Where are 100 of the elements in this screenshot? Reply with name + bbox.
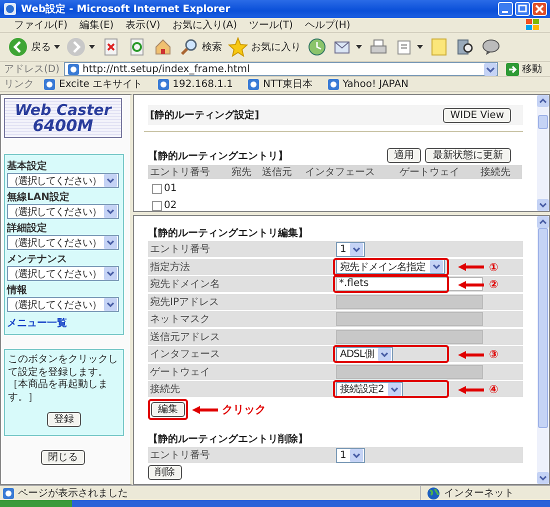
menu-item[interactable]: 表示(V) [120, 18, 166, 32]
register-button[interactable]: 登録 [47, 412, 81, 427]
menu-group-label: 無線LAN設定 [7, 190, 70, 204]
menu-group-label: 基本設定 [7, 159, 48, 173]
speech-bubble-icon [481, 37, 501, 57]
toolbar-button[interactable] [455, 37, 475, 57]
menu-item[interactable]: ツール(T) [243, 18, 299, 32]
toolbar-button[interactable]: お気に入り [228, 37, 301, 57]
callout-number: ③ [489, 349, 498, 360]
dropdown[interactable]: （選択してください） [7, 204, 119, 219]
arrow-icon [458, 263, 484, 271]
field-label: 宛先IPアドレス [149, 296, 220, 308]
dropdown[interactable]: 宛先ドメイン名指定 [336, 259, 444, 274]
forward-icon [66, 37, 86, 57]
minimize-icon[interactable] [498, 2, 513, 16]
menu-item[interactable]: ヘルプ(H) [298, 18, 356, 32]
zone-text: インターネット [444, 487, 514, 500]
link-button[interactable]: NTT東日本 [242, 77, 318, 91]
dropdown[interactable]: ADSL側 [336, 346, 393, 362]
close-icon[interactable] [532, 2, 547, 16]
dropdown[interactable]: （選択してください） [7, 173, 119, 188]
callout-text: クリック [222, 404, 266, 415]
caret-icon [89, 45, 95, 49]
column-header: ゲートウェイ [397, 165, 479, 179]
menu-group-label: 詳細設定 [7, 221, 48, 235]
checkbox[interactable] [152, 200, 162, 210]
toolbar-button[interactable]: 戻る [8, 37, 60, 57]
dropdown[interactable]: （選択してください） [7, 266, 119, 281]
dropdown[interactable]: 接続設定2 [336, 382, 403, 396]
arrow-icon [458, 280, 484, 288]
scrollbar-thumb[interactable] [538, 228, 548, 428]
link-button[interactable]: Excite エキサイト [38, 77, 148, 91]
history-icon [307, 37, 327, 57]
field-label: ネットマスク [149, 313, 211, 326]
arrow-icon [192, 406, 218, 414]
delete-button[interactable]: 削除 [148, 465, 182, 480]
field-label: インタフェース [149, 348, 221, 361]
arrow-icon [458, 386, 484, 394]
table-action-button[interactable]: 適用 [387, 148, 421, 163]
toolbar-button[interactable] [307, 37, 327, 57]
magnifier-book-icon [455, 37, 475, 57]
toolbar-button[interactable] [481, 37, 501, 57]
page-icon [66, 62, 80, 76]
callout-number: ④ [489, 384, 498, 395]
wide-view-button[interactable]: WIDE View [443, 108, 511, 122]
section-title: 【静的ルーティングエントリ】 [148, 150, 288, 162]
address-field[interactable]: http://ntt.setup/index_frame.html [64, 62, 498, 76]
field-label: エントリ番号 [149, 242, 211, 256]
dropdown[interactable]: （選択してください） [7, 235, 119, 250]
field-label: ゲートウェイ [149, 366, 211, 378]
menu-item[interactable]: お気に入り(A) [166, 18, 243, 32]
dropdown[interactable]: （選択してください） [7, 297, 119, 312]
input-field[interactable]: *.flets [336, 277, 483, 291]
field-label: 送信元アドレス [149, 330, 221, 344]
logo-text: 6400M [32, 118, 94, 134]
close-button[interactable]: 閉じる [41, 450, 85, 465]
column-header: 送信元 [260, 165, 304, 179]
status-text: ページが表示されました [18, 486, 128, 500]
logo-text: Web Caster [14, 102, 112, 118]
toolbar-button[interactable]: 検索 [179, 37, 222, 57]
field-label: 宛先ドメイン名 [149, 278, 221, 291]
edit-button[interactable]: 編集 [151, 402, 185, 417]
menu-item[interactable]: ファイル(F) [8, 18, 74, 32]
star-icon [228, 37, 248, 57]
scrollbar-thumb[interactable] [538, 115, 548, 129]
entry-number: 01 [164, 183, 177, 194]
caret-icon [417, 45, 423, 49]
scroll-down-button[interactable] [537, 472, 549, 484]
callout-number: ① [489, 262, 498, 272]
callout-number: ② [489, 279, 498, 290]
menu-group-label: メンテナンス [7, 253, 68, 266]
menu-list-link[interactable]: メニュー一覧 [7, 316, 121, 330]
scroll-up-button[interactable] [537, 216, 549, 228]
column-header: 宛先 [229, 165, 260, 179]
search-icon [179, 37, 199, 57]
back-icon [8, 37, 28, 57]
checkbox[interactable] [152, 184, 162, 194]
scroll-down-button[interactable] [537, 199, 549, 211]
globe-icon [427, 486, 440, 500]
browser-icon [3, 2, 17, 16]
go-arrow-icon [506, 62, 519, 76]
link-button[interactable]: 192.168.1.1 [152, 78, 238, 90]
window-title: Web設定 - Microsoft Internet Explorer [21, 2, 232, 16]
page-icon [156, 78, 170, 90]
link-button[interactable]: Yahoo! JAPAN [322, 78, 414, 90]
page-icon [326, 78, 340, 90]
scroll-up-button[interactable] [537, 95, 549, 107]
column-header: エントリ番号 [148, 165, 230, 179]
links-label: リンク [4, 78, 34, 91]
maximize-icon[interactable] [515, 2, 530, 16]
page-icon [43, 78, 56, 90]
table-action-button[interactable]: 最新状態に更新 [425, 148, 511, 163]
menu-item[interactable]: 編集(E) [74, 18, 120, 32]
page-icon [247, 78, 260, 90]
field-label: 接続先 [149, 382, 181, 396]
dropdown[interactable]: 1 [336, 448, 365, 462]
go-button[interactable]: 移動 [502, 62, 546, 76]
menu-group-label: 情報 [7, 284, 28, 297]
section-title: 【静的ルーティングエントリ削除】 [148, 432, 309, 446]
dropdown[interactable]: 1 [336, 242, 365, 256]
